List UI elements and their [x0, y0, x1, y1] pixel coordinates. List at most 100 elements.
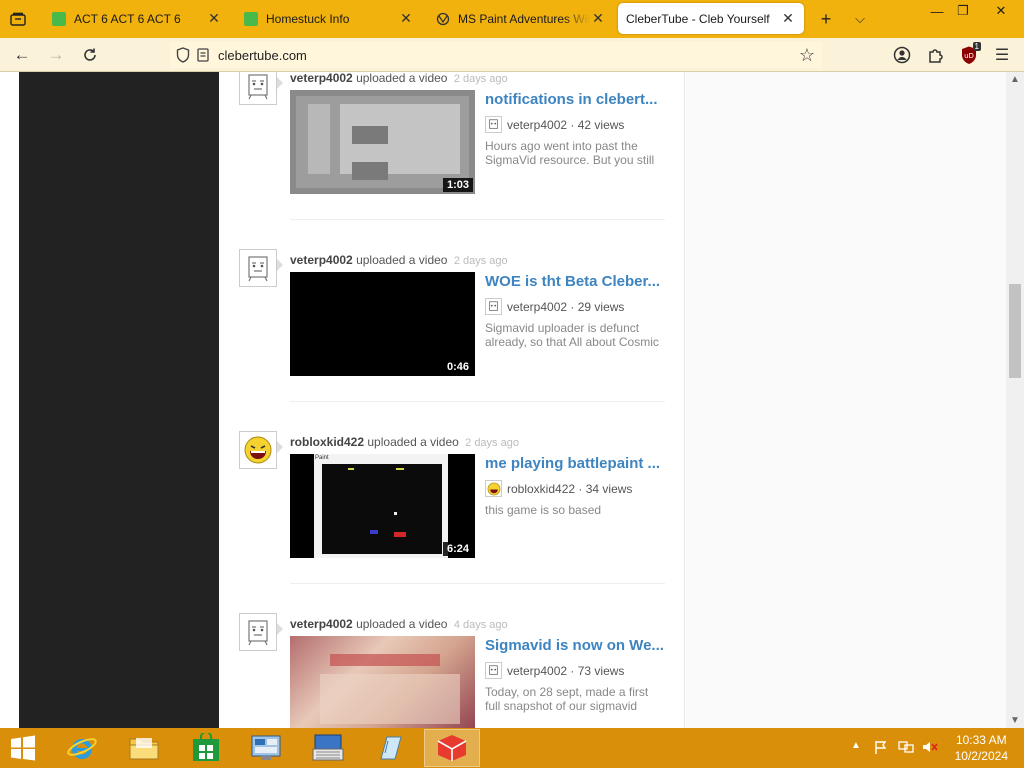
- user-avatar[interactable]: [239, 72, 277, 105]
- scroll-down-arrow-icon[interactable]: ▼: [1010, 715, 1020, 726]
- user-avatar[interactable]: [239, 249, 277, 287]
- uploader-avatar[interactable]: [485, 298, 502, 315]
- video-title-link[interactable]: me playing battlepaint ...: [485, 455, 665, 472]
- time-ago: 4 days ago: [453, 619, 508, 631]
- back-button[interactable]: ←: [8, 42, 36, 68]
- tab-list-button[interactable]: [6, 8, 30, 30]
- view-count: 73 views: [577, 663, 625, 678]
- uploader-name[interactable]: veterp4002: [507, 300, 567, 314]
- store-icon: [193, 733, 219, 761]
- username-link[interactable]: veterp4002: [290, 253, 353, 267]
- taskbar-on-screen-keyboard[interactable]: [300, 729, 356, 767]
- uploader-avatar[interactable]: [485, 662, 502, 679]
- action-text: uploaded a video: [356, 253, 448, 267]
- uploader-avatar[interactable]: [485, 480, 502, 497]
- tab-act6[interactable]: ACT 6 ACT 6 ACT 6 ✕: [44, 3, 230, 34]
- avatar-pointer: [277, 441, 283, 453]
- notepad-icon: [380, 736, 402, 760]
- bookmark-star-button[interactable]: ☆: [793, 42, 821, 68]
- video-title-link[interactable]: notifications in clebert...: [485, 91, 665, 108]
- tab-homestuck-info[interactable]: Homestuck Info ✕: [236, 3, 422, 34]
- close-tab-icon[interactable]: ✕: [780, 10, 796, 27]
- user-avatar[interactable]: [239, 613, 277, 651]
- start-button[interactable]: [6, 734, 40, 762]
- username-link[interactable]: veterp4002: [290, 72, 353, 85]
- new-tab-button[interactable]: +: [814, 8, 838, 30]
- left-dark-panel: [19, 72, 219, 728]
- flag-icon: [875, 741, 887, 754]
- video-meta: veterp4002 · 73 views: [485, 662, 624, 679]
- taskbar-firefox-browser[interactable]: [424, 729, 480, 767]
- ublock-extension-button[interactable]: uD 1: [955, 42, 983, 68]
- taskbar-control-panel[interactable]: [238, 729, 294, 767]
- extensions-button[interactable]: [922, 42, 950, 68]
- video-description: Sigmavid uploader is defunct already, so…: [485, 321, 659, 349]
- restore-icon: ❐: [957, 3, 969, 18]
- uploader-avatar[interactable]: [485, 116, 502, 133]
- puzzle-icon: [929, 49, 943, 63]
- show-hidden-icons[interactable]: ▲: [851, 740, 861, 751]
- app-menu-button[interactable]: ☰: [988, 42, 1016, 68]
- uploader-name[interactable]: robloxkid422: [507, 482, 575, 496]
- sketch-avatar-icon: [489, 665, 498, 675]
- close-tab-icon[interactable]: ✕: [590, 10, 606, 27]
- network-status[interactable]: [898, 740, 914, 757]
- username-link[interactable]: robloxkid422: [290, 435, 364, 449]
- action-text: uploaded a video: [356, 617, 448, 631]
- video-thumbnail[interactable]: Paint 6:24: [290, 454, 475, 558]
- action-center-flag[interactable]: [874, 740, 888, 757]
- sketch-avatar-icon: [248, 74, 268, 100]
- feed-entry: robloxkid422 uploaded a video 2 days ago…: [219, 431, 685, 613]
- uploader-name[interactable]: veterp4002: [507, 664, 567, 678]
- taskbar-file-explorer[interactable]: [116, 729, 172, 767]
- video-thumbnail[interactable]: [290, 636, 475, 728]
- time-ago: 2 days ago: [453, 255, 508, 267]
- taskbar-internet-explorer[interactable]: [54, 729, 110, 767]
- tab-title: ACT 6 ACT 6 ACT 6: [74, 11, 181, 26]
- shield-icon: [176, 47, 190, 63]
- time-ago: 2 days ago: [465, 437, 519, 449]
- activity-line: veterp4002 uploaded a video 4 days ago: [290, 617, 508, 631]
- page-scrollbar[interactable]: ▲ ▼: [1006, 72, 1024, 728]
- list-all-tabs-button[interactable]: ⌵: [848, 8, 872, 30]
- video-thumbnail[interactable]: 0:46: [290, 272, 475, 376]
- page-info-icon[interactable]: [196, 47, 210, 63]
- reload-button[interactable]: [76, 42, 104, 68]
- account-button[interactable]: [888, 42, 916, 68]
- scroll-thumb[interactable]: [1009, 284, 1021, 378]
- tab-strip: ACT 6 ACT 6 ACT 6 ✕ Homestuck Info ✕ MS …: [0, 0, 1024, 38]
- laughing-face-icon: [244, 436, 272, 464]
- video-title-link[interactable]: Sigmavid is now on We...: [485, 637, 665, 654]
- activity-line: veterp4002 uploaded a video 2 days ago: [290, 72, 508, 85]
- close-tab-icon[interactable]: ✕: [398, 10, 414, 27]
- sketch-avatar-icon: [248, 256, 268, 282]
- uploader-name[interactable]: veterp4002: [507, 118, 567, 132]
- close-window-button[interactable]: ✕: [986, 0, 1016, 22]
- wiki-icon: [436, 12, 450, 25]
- user-avatar[interactable]: [239, 431, 277, 469]
- folder-icon: [129, 738, 159, 760]
- taskbar-notepad[interactable]: [362, 729, 418, 767]
- clock-time: 10:33 AM: [955, 733, 1007, 747]
- video-meta: veterp4002 · 42 views: [485, 116, 624, 133]
- restore-button[interactable]: ❐: [948, 0, 978, 22]
- scroll-up-arrow-icon[interactable]: ▲: [1010, 74, 1020, 85]
- taskbar-store[interactable]: [178, 729, 234, 767]
- tab-clebertube[interactable]: CleberTube - Cleb Yourself ✕: [618, 3, 804, 34]
- forward-button[interactable]: →: [42, 42, 70, 68]
- plus-icon: +: [820, 8, 832, 29]
- address-bar[interactable]: clebertube.com: [170, 42, 822, 68]
- tab-mspa-wiki[interactable]: MS Paint Adventures Wiki ✕: [428, 3, 614, 34]
- system-clock[interactable]: 10:33 AM 10/2/2024: [955, 732, 1008, 764]
- chevron-up-icon: ▲: [851, 740, 861, 751]
- close-tab-icon[interactable]: ✕: [206, 10, 222, 27]
- page-icon: [244, 11, 258, 26]
- video-title-link[interactable]: WOE is tht Beta Cleber...: [485, 273, 665, 290]
- volume-muted[interactable]: [922, 740, 938, 757]
- video-description: Today, on 28 sept, made a first full sna…: [485, 685, 649, 713]
- activity-line: veterp4002 uploaded a video 2 days ago: [290, 253, 508, 267]
- username-link[interactable]: veterp4002: [290, 617, 353, 631]
- clock-date: 10/2/2024: [954, 749, 1008, 763]
- entry-divider: [290, 583, 665, 584]
- video-thumbnail[interactable]: 1:03: [290, 90, 475, 194]
